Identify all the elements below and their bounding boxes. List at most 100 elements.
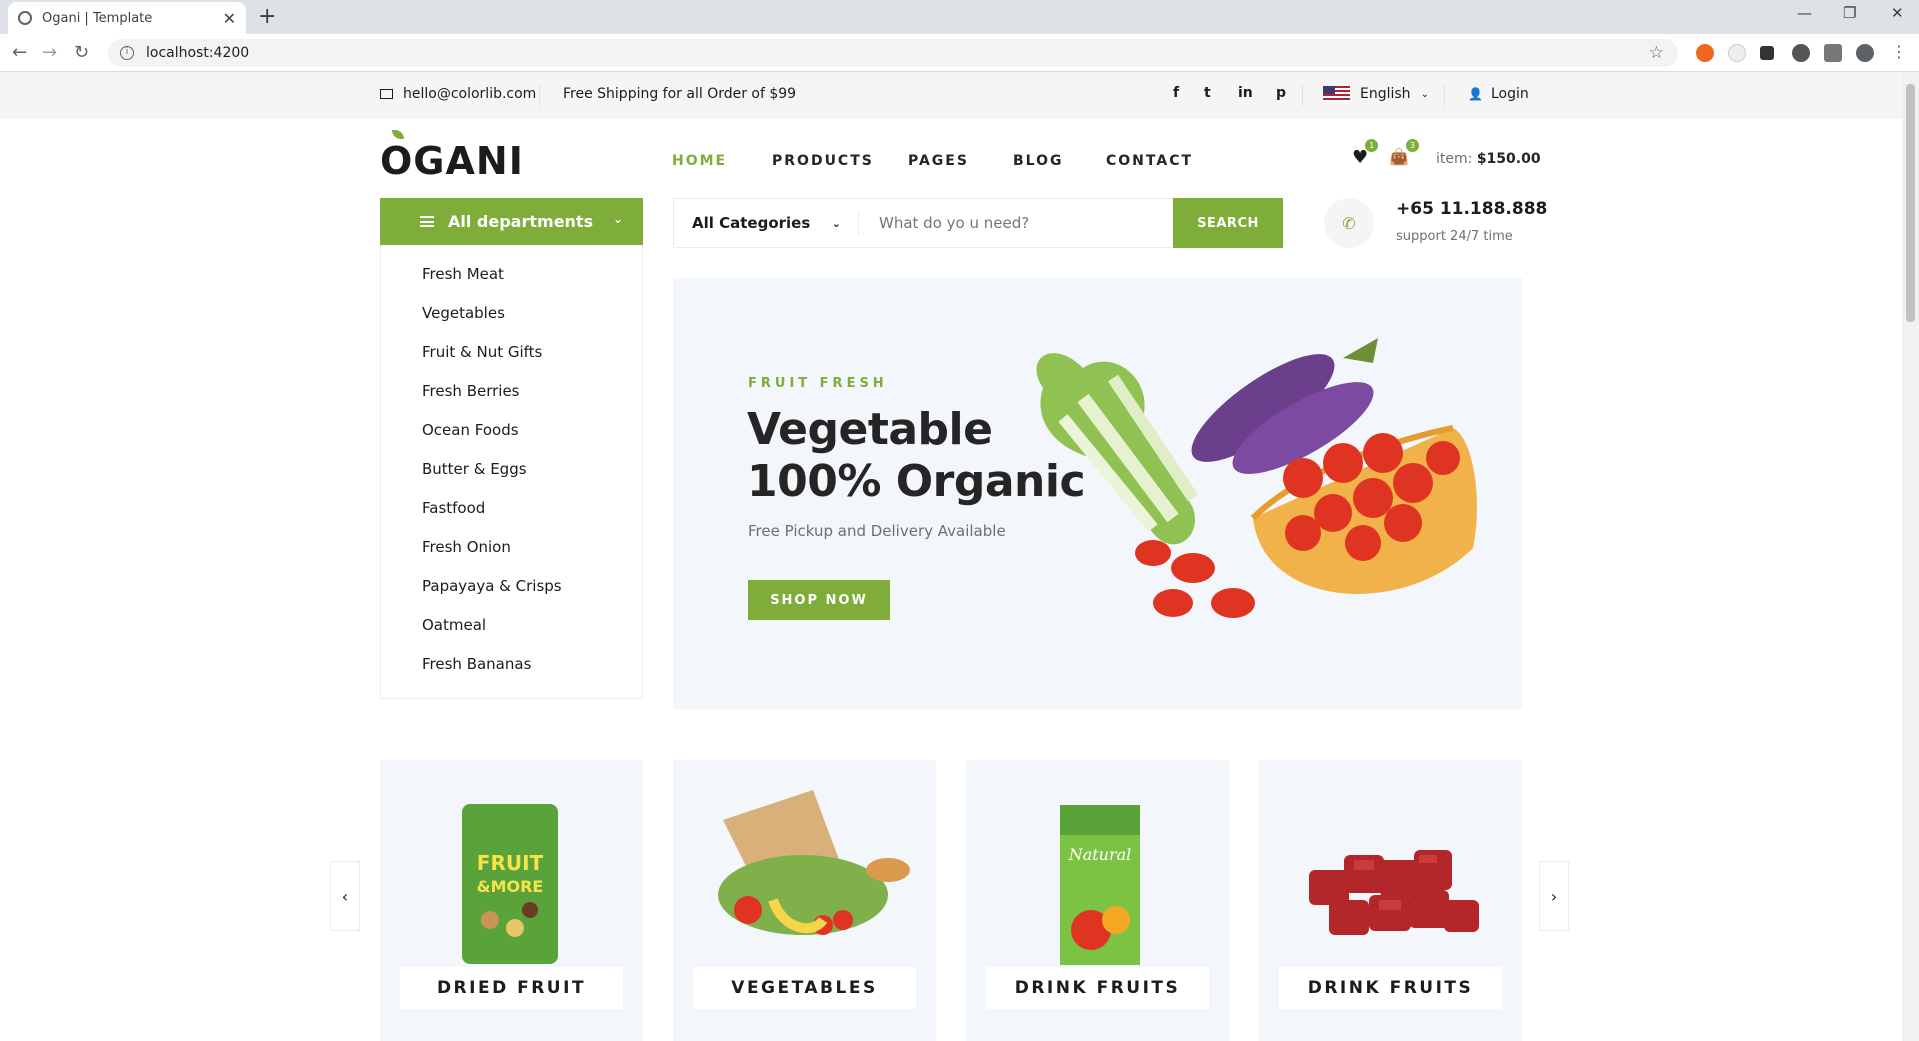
department-item[interactable]: Fresh Onion bbox=[381, 536, 642, 575]
nav-contact[interactable]: CONTACT bbox=[1106, 153, 1193, 169]
category-label: DRIED FRUIT bbox=[400, 967, 623, 1009]
globe-icon bbox=[18, 11, 32, 25]
search-button[interactable]: SEARCH bbox=[1173, 198, 1283, 248]
profile-icon[interactable] bbox=[1856, 44, 1874, 62]
hero-tag: FRUIT FRESH bbox=[748, 376, 888, 391]
wishlist-count-badge: 1 bbox=[1365, 139, 1379, 152]
departments-list: Fresh Meat Vegetables Fruit & Nut Gifts … bbox=[380, 245, 643, 699]
login-label: Login bbox=[1490, 86, 1529, 102]
user-icon: 👤 bbox=[1468, 87, 1483, 101]
department-item[interactable]: Fruit & Nut Gifts bbox=[381, 341, 642, 380]
category-select[interactable]: All Categories ⌄ bbox=[674, 199, 859, 247]
chevron-down-icon: ⌄ bbox=[831, 216, 841, 230]
extension-icon[interactable] bbox=[1728, 44, 1746, 62]
all-departments-toggle[interactable]: All departments ⌄ bbox=[380, 198, 643, 245]
search-input[interactable] bbox=[859, 199, 1173, 247]
site-info-icon[interactable]: i bbox=[120, 46, 134, 60]
page-content: hello@colorlib.com Free Shipping for all… bbox=[0, 72, 1902, 1041]
logo[interactable]: OGANI bbox=[380, 139, 524, 183]
category-card[interactable]: FRUIT &MORE DRIED FRUIT bbox=[380, 760, 643, 1041]
category-card[interactable]: Natural DRINK FRUITS bbox=[966, 760, 1229, 1041]
svg-text:FRUIT: FRUIT bbox=[477, 851, 544, 875]
address-bar[interactable]: i localhost:4200 ☆ bbox=[108, 39, 1678, 67]
shopping-bag-icon[interactable]: 👜 3 bbox=[1389, 139, 1419, 166]
restore-icon[interactable]: ❐ bbox=[1843, 4, 1856, 22]
window-close-icon[interactable]: ✕ bbox=[1891, 4, 1904, 22]
puzzle-icon[interactable] bbox=[1824, 44, 1842, 62]
url-text: localhost:4200 bbox=[146, 45, 250, 61]
department-item[interactable]: Fresh Berries bbox=[381, 380, 642, 419]
page-scrollbar[interactable] bbox=[1902, 72, 1919, 1041]
chevron-down-icon: ⌄ bbox=[1420, 88, 1429, 100]
cart-total: item: $150.00 bbox=[1436, 151, 1541, 167]
shipping-notice: Free Shipping for all Order of $99 bbox=[563, 86, 797, 102]
support-text: support 24/7 time bbox=[1396, 229, 1513, 244]
category-label: VEGETABLES bbox=[693, 967, 916, 1009]
new-tab-icon[interactable]: + bbox=[258, 4, 276, 29]
extension-icon[interactable] bbox=[1760, 46, 1774, 60]
chevron-down-icon: ⌄ bbox=[612, 212, 623, 226]
department-item[interactable]: Fresh Meat bbox=[381, 263, 642, 302]
cart-total-value: $150.00 bbox=[1476, 151, 1541, 167]
vegetables-image bbox=[1036, 338, 1477, 618]
extension-icon[interactable] bbox=[1792, 44, 1810, 62]
language-label: English bbox=[1360, 86, 1411, 102]
divider bbox=[1302, 84, 1303, 106]
cart-count-badge: 3 bbox=[1405, 139, 1419, 152]
hero-banner: FRUIT FRESH Vegetable 100% Organic Free … bbox=[673, 278, 1522, 709]
hamburger-icon bbox=[420, 216, 434, 227]
nav-home[interactable]: HOME bbox=[672, 153, 727, 169]
phone-icon: ✆ bbox=[1324, 198, 1374, 248]
bok-choy-image bbox=[1036, 353, 1198, 545]
cart-total-label: item: bbox=[1436, 151, 1473, 167]
wishlist-heart-icon[interactable]: ♥ 1 bbox=[1352, 139, 1379, 168]
login-link[interactable]: 👤 Login bbox=[1468, 86, 1529, 102]
linkedin-icon[interactable]: in bbox=[1238, 85, 1253, 101]
nav-blog[interactable]: BLOG bbox=[1013, 153, 1064, 169]
email-text: hello@colorlib.com bbox=[403, 86, 537, 102]
twitter-icon[interactable]: t bbox=[1204, 85, 1211, 101]
forward-icon[interactable]: → bbox=[42, 42, 57, 63]
department-item[interactable]: Ocean Foods bbox=[381, 419, 642, 458]
carousel-next-button[interactable]: › bbox=[1539, 861, 1569, 931]
tab-title: Ogani | Template bbox=[42, 10, 153, 26]
divider bbox=[539, 84, 540, 106]
shop-now-button[interactable]: SHOP NOW bbox=[748, 580, 890, 620]
divider bbox=[1444, 84, 1445, 106]
hero-subtitle: Free Pickup and Delivery Available bbox=[748, 522, 1006, 540]
back-icon[interactable]: ← bbox=[12, 42, 27, 63]
language-selector[interactable]: English ⌄ bbox=[1323, 86, 1429, 102]
scrollbar-thumb[interactable] bbox=[1906, 84, 1915, 322]
close-tab-icon[interactable]: ✕ bbox=[223, 9, 236, 28]
extension-icon[interactable] bbox=[1696, 44, 1714, 62]
nav-pages[interactable]: PAGES bbox=[908, 153, 969, 169]
main-header: OGANI HOME PRODUCTS PAGES BLOG CONTACT ♥… bbox=[0, 119, 1902, 199]
department-item[interactable]: Vegetables bbox=[381, 302, 642, 341]
category-card[interactable]: VEGETABLES bbox=[673, 760, 936, 1041]
logo-leaf-icon bbox=[392, 130, 404, 139]
carousel-prev-button[interactable]: ‹ bbox=[330, 861, 360, 931]
envelope-icon bbox=[380, 89, 393, 99]
departments-title: All departments bbox=[448, 212, 594, 231]
department-item[interactable]: Butter & Eggs bbox=[381, 458, 642, 497]
bookmark-star-icon[interactable]: ☆ bbox=[1649, 43, 1664, 63]
department-item[interactable]: Oatmeal bbox=[381, 614, 642, 653]
search-form: All Categories ⌄ SEARCH bbox=[673, 198, 1283, 248]
phone-number: +65 11.188.888 bbox=[1396, 199, 1548, 219]
nav-products[interactable]: PRODUCTS bbox=[772, 153, 874, 169]
department-item[interactable]: Papayaya & Crisps bbox=[381, 575, 642, 614]
browser-tab[interactable]: Ogani | Template ✕ bbox=[8, 2, 246, 34]
browser-toolbar: ← → ↻ i localhost:4200 ☆ ⋮ bbox=[0, 34, 1919, 72]
reload-icon[interactable]: ↻ bbox=[74, 42, 89, 63]
svg-text:Natural: Natural bbox=[1068, 845, 1132, 864]
header-top-bar: hello@colorlib.com Free Shipping for all… bbox=[0, 72, 1902, 119]
pinterest-icon[interactable]: p bbox=[1276, 85, 1286, 101]
menu-dots-icon[interactable]: ⋮ bbox=[1891, 42, 1907, 61]
minimize-icon[interactable]: — bbox=[1797, 4, 1812, 22]
category-card[interactable]: DRINK FRUITS bbox=[1259, 760, 1522, 1041]
email-contact[interactable]: hello@colorlib.com bbox=[380, 86, 536, 102]
us-flag-icon bbox=[1323, 86, 1350, 102]
department-item[interactable]: Fastfood bbox=[381, 497, 642, 536]
facebook-icon[interactable]: f bbox=[1173, 85, 1179, 101]
department-item[interactable]: Fresh Bananas bbox=[381, 653, 642, 692]
